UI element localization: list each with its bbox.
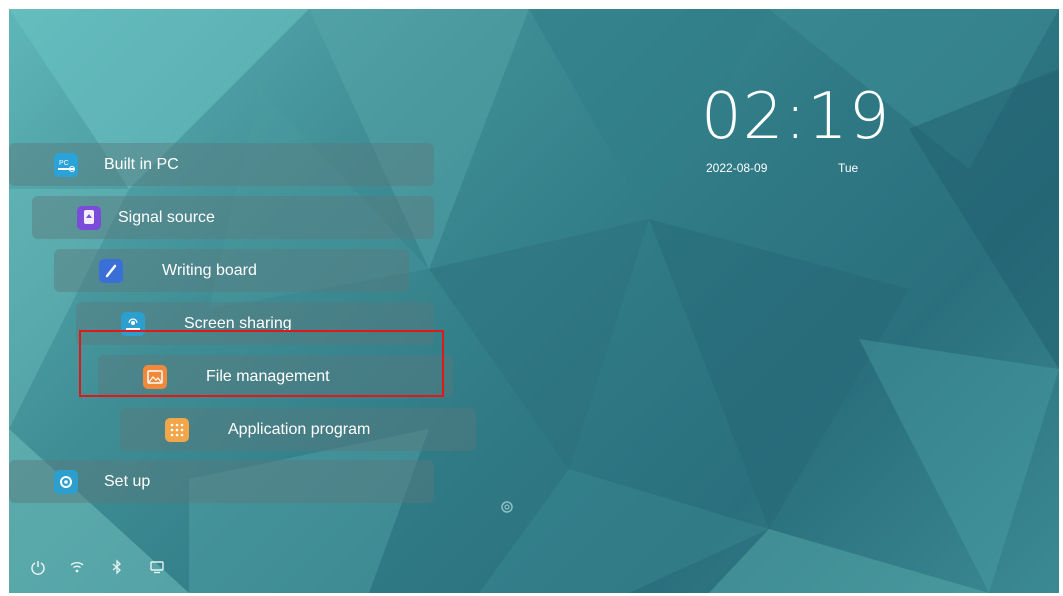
setup-icon (54, 470, 78, 494)
svg-text:PC: PC (59, 160, 69, 167)
menu-item-set-up[interactable]: Set up (9, 460, 434, 503)
menu-item-application-program[interactable]: Application program (120, 408, 476, 451)
signal-source-icon (77, 206, 101, 230)
menu-item-signal-source[interactable]: Signal source (32, 196, 434, 239)
clock-date: 2022-08-09 (706, 161, 768, 175)
power-icon[interactable] (28, 557, 48, 577)
menu-item-file-management[interactable]: File management (98, 355, 453, 398)
menu-label-set-up: Set up (104, 472, 151, 490)
pc-icon: PC (54, 153, 78, 177)
writing-board-icon (99, 259, 123, 283)
menu-label-application-program: Application program (228, 420, 371, 438)
bluetooth-icon[interactable] (107, 557, 127, 577)
menu-item-writing-board[interactable]: Writing board (54, 249, 409, 292)
menu-label-screen-sharing: Screen sharing (184, 314, 292, 332)
menu-item-screen-sharing[interactable]: Screen sharing (76, 302, 434, 345)
application-program-icon (165, 418, 189, 442)
display-icon[interactable] (147, 557, 167, 577)
home-screen: 02:19 2022-08-09 Tue PC Built in PC Sign… (9, 9, 1059, 593)
menu-item-built-in-pc[interactable]: PC Built in PC (9, 143, 434, 186)
wifi-icon[interactable] (67, 557, 87, 577)
screen-sharing-icon (121, 312, 145, 336)
menu-label-writing-board: Writing board (162, 261, 257, 279)
file-management-icon (143, 365, 167, 389)
menu-label-built-in-pc: Built in PC (104, 155, 179, 173)
clock-day: Tue (838, 161, 859, 175)
clock-time: 02:19 (701, 80, 891, 154)
settings-gear-icon[interactable] (499, 499, 515, 515)
background-pattern (9, 9, 1059, 593)
menu-label-signal-source: Signal source (118, 208, 215, 226)
menu-label-file-management: File management (206, 367, 330, 385)
